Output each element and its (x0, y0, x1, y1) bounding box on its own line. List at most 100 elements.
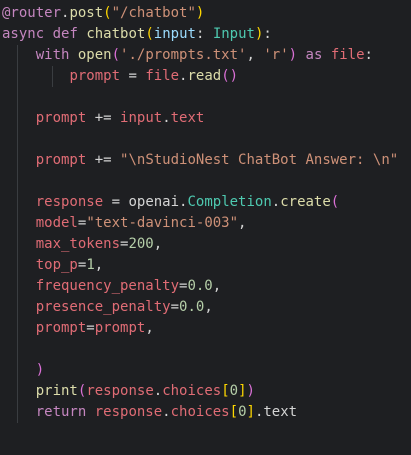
attribute-token: choices (170, 404, 230, 420)
variable-token: response (86, 383, 154, 399)
code-line-14[interactable]: frequency_penalty=0.0, (0, 276, 411, 297)
comma-token: , (204, 299, 213, 315)
number-token: 0 (238, 404, 247, 420)
bracket-token: ] (246, 404, 255, 420)
kwarg-name-token: top_p (35, 257, 78, 273)
code-line-9[interactable] (0, 171, 411, 192)
code-line-10[interactable]: response = openai.Completion.create( (0, 192, 411, 213)
comma-token: , (246, 47, 255, 63)
paren-token: ( (111, 47, 121, 63)
number-token: 0 (229, 383, 239, 399)
comma-token: , (94, 257, 104, 273)
number-token: 0.0 (179, 299, 205, 315)
variable-token: prompt (35, 110, 87, 126)
string-token: "text-davinci-003" (86, 215, 239, 231)
code-line-19[interactable]: print(response.choices[0]) (0, 381, 411, 402)
number-token: 200 (128, 236, 154, 252)
operator-token: = (128, 68, 137, 84)
code-line-6[interactable]: prompt += input.text (0, 108, 411, 129)
code-line-17[interactable] (0, 339, 411, 360)
kwarg-name-token: prompt (35, 320, 87, 336)
code-line-15[interactable]: presence_penalty=0.0, (0, 297, 411, 318)
keyword-token: as (305, 47, 323, 63)
code-line-3[interactable]: with open('./prompts.txt', 'r') as file: (0, 45, 411, 66)
indent-guide (17, 297, 18, 318)
method-token: post (69, 5, 104, 21)
dot-token: . (162, 110, 171, 126)
builtin-token: print (35, 383, 78, 399)
code-line-2[interactable]: async def chatbot(input: Input): (0, 24, 411, 45)
keyword-token: async (2, 26, 45, 42)
keyword-token: with (35, 47, 70, 63)
indent-guide (17, 87, 18, 108)
variable-token: file (330, 47, 365, 63)
code-line-16[interactable]: prompt=prompt, (0, 318, 411, 339)
code-line-12[interactable]: max_tokens=200, (0, 234, 411, 255)
kwarg-name-token: max_tokens (35, 236, 121, 252)
builtin-token: open (77, 47, 112, 63)
variable-token: prompt (35, 152, 87, 168)
code-editor[interactable]: @router.post("/chatbot") async def chatb… (0, 0, 411, 455)
colon-token: : (263, 26, 272, 42)
string-token: "\nStudioNest ChatBot Answer: \n" (120, 152, 399, 168)
code-line-8[interactable]: prompt += "\nStudioNest ChatBot Answer: … (0, 150, 411, 171)
paren-token: ) (246, 383, 255, 399)
bracket-token: ] (238, 383, 247, 399)
indent-guide (17, 318, 18, 339)
number-token: 1 (86, 257, 95, 273)
indent-guide (17, 213, 18, 234)
colon-token: : (364, 47, 373, 63)
operator-token: += (94, 152, 112, 168)
operator-token: = (86, 320, 95, 336)
number-token: 0.0 (187, 278, 213, 294)
comma-token: , (145, 320, 154, 336)
variable-token: file (145, 68, 180, 84)
module-token: openai (128, 194, 180, 210)
keyword-token: def (52, 26, 78, 42)
indent-guide (17, 45, 18, 66)
attribute-token: text (263, 404, 298, 420)
indent-guide (17, 129, 18, 150)
paren-token: ( (145, 26, 154, 42)
operator-token: += (94, 110, 112, 126)
code-line-18[interactable]: ) (0, 360, 411, 381)
variable-token: response (94, 404, 163, 420)
code-line-5[interactable] (0, 87, 411, 108)
method-token: read (187, 68, 222, 84)
code-line-13[interactable]: top_p=1, (0, 255, 411, 276)
paren-token: ( (330, 194, 340, 210)
variable-token: prompt (94, 320, 146, 336)
dot-token: . (271, 194, 281, 210)
code-line-11[interactable]: model="text-davinci-003", (0, 213, 411, 234)
dot-token: . (162, 404, 171, 420)
decorator-token: @router (2, 5, 62, 21)
string-token: './prompts.txt' (120, 47, 247, 63)
code-line-20[interactable]: return response.choices[0].text (0, 402, 411, 423)
indent-guide (17, 339, 18, 360)
paren-token: ) (35, 362, 45, 378)
indent-guide (17, 402, 18, 423)
kwarg-name-token: model (35, 215, 78, 231)
bracket-token: [ (229, 404, 239, 420)
kwarg-name-token: frequency_penalty (35, 278, 180, 294)
operator-token: = (111, 194, 121, 210)
dot-token: . (153, 383, 163, 399)
code-line-4[interactable]: prompt = file.read() (0, 66, 411, 87)
indent-guide (17, 276, 18, 297)
indent-guide (17, 108, 18, 129)
indent-guide (17, 66, 18, 87)
variable-token: input (120, 110, 163, 126)
attribute-token: text (170, 110, 205, 126)
indent-guide (17, 150, 18, 171)
comma-token: , (238, 215, 247, 231)
variable-token: prompt (69, 68, 121, 84)
paren-token: () (221, 68, 239, 84)
indent-guide (17, 234, 18, 255)
code-line-1[interactable]: @router.post("/chatbot") (0, 3, 411, 24)
method-token: create (280, 194, 331, 210)
indent-guide (17, 381, 18, 402)
code-line-7[interactable] (0, 129, 411, 150)
paren-token: ( (103, 5, 112, 21)
param-token: input (153, 26, 196, 42)
type-token: Input (212, 26, 255, 42)
